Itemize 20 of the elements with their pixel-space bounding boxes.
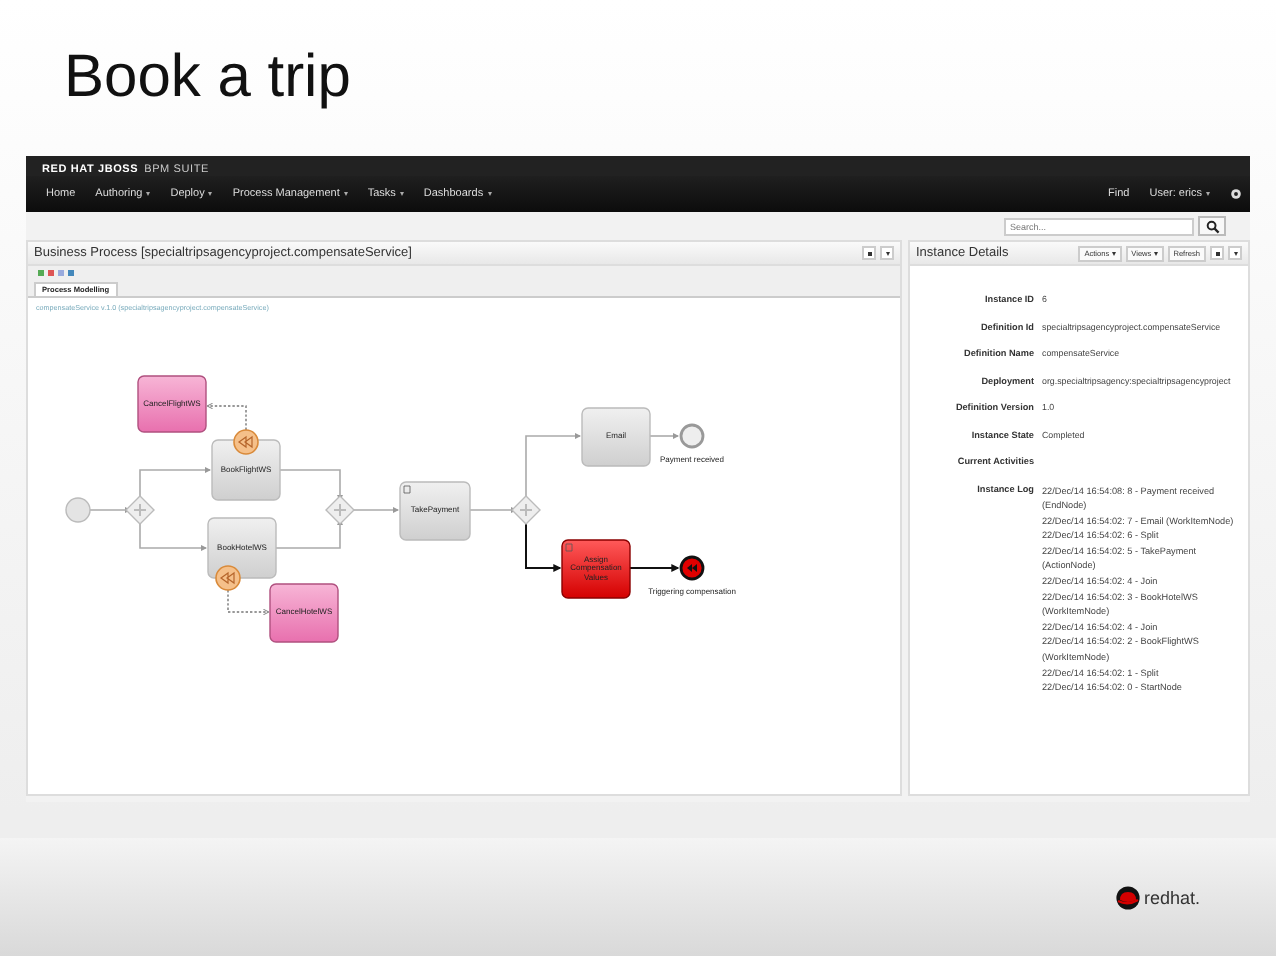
maximize-button[interactable]: [862, 246, 876, 260]
gear-icon[interactable]: [1230, 188, 1242, 200]
sequence-flow-arrow: [469, 506, 518, 514]
compensation-event-icon[interactable]: [233, 429, 259, 455]
search-button[interactable]: [1198, 216, 1226, 236]
collapse-button[interactable]: [1228, 246, 1242, 260]
compensation-event-icon[interactable]: [215, 565, 241, 591]
sequence-flow-arrow: [279, 469, 344, 502]
slide-title: Book a trip: [62, 42, 353, 114]
sequence-flow-arrow: [629, 564, 680, 572]
sequence-flow-arrow: [649, 432, 680, 440]
company-wordmark: redhat.: [1143, 887, 1200, 907]
association-arrow: [206, 402, 247, 431]
sequence-flow-arrow: [275, 518, 344, 549]
start-event-circle[interactable]: [65, 497, 91, 523]
association-arrow: [227, 589, 270, 616]
hat-logo-icon: [1115, 885, 1140, 909]
collapse-button[interactable]: [880, 246, 894, 260]
maximize-button[interactable]: [1210, 246, 1224, 260]
sequence-flow-arrow: [89, 506, 132, 514]
